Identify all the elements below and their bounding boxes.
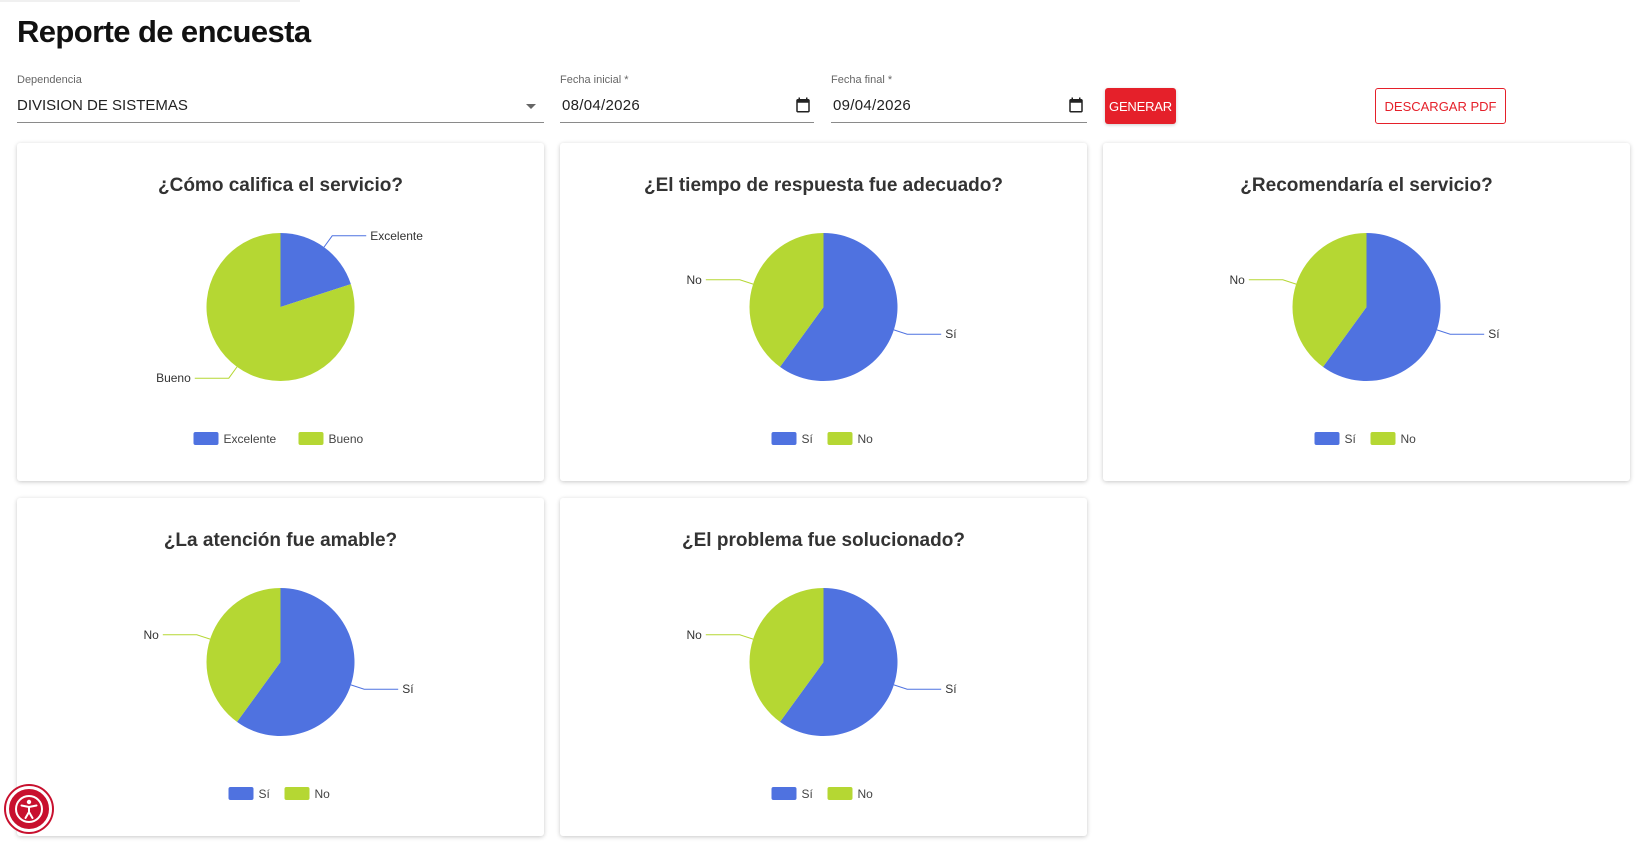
pie-label-si: Sí	[945, 682, 957, 696]
pie-chart: ¿La atención fue amable? Sí No Sí No	[143, 530, 414, 801]
chart-card-califica-servicio: ¿Cómo califica el servicio? Excelente Buen…	[17, 143, 544, 481]
fecha-final-label: Fecha final *	[831, 74, 893, 86]
pie-leader-line	[893, 684, 942, 690]
pie-label-no: No	[143, 628, 159, 642]
chart-title: ¿La atención fue amable?	[164, 530, 397, 551]
pie-label-no: No	[686, 273, 702, 287]
dependencia-label: Dependencia	[17, 74, 82, 86]
legend-label-excelente: Excelente	[224, 432, 277, 446]
pie-leader-line	[705, 634, 754, 640]
chart-title: ¿El tiempo de respuesta fue adecuado?	[644, 175, 1003, 196]
pie-chart: ¿El tiempo de respuesta fue adecuado? Sí N…	[644, 175, 1003, 446]
legend-label-si: Sí	[802, 787, 814, 801]
pie-leader-line	[350, 684, 399, 690]
legend-label-no: No	[858, 787, 874, 801]
chart-card-problema-solucionado: ¿El problema fue solucionado? Sí No Sí No	[560, 498, 1087, 836]
pie-label-si: Sí	[402, 682, 414, 696]
top-divider	[0, 0, 300, 2]
dependencia-value: DIVISION DE SISTEMAS	[17, 97, 188, 114]
pie-leader-line	[1436, 329, 1485, 335]
legend-swatch-no	[284, 787, 310, 800]
chart-title: ¿Recomendaría el servicio?	[1240, 175, 1492, 196]
legend-swatch-bueno	[298, 432, 324, 445]
page-title: Reporte de encuesta	[17, 14, 311, 49]
pie-label-si: Sí	[1488, 327, 1500, 341]
pie-chart: ¿El problema fue solucionado? Sí No Sí No	[682, 530, 965, 801]
legend-swatch-si	[228, 787, 254, 800]
accessibility-button[interactable]	[6, 786, 52, 832]
legend-swatch-si	[771, 787, 797, 800]
legend-swatch-si	[771, 432, 797, 445]
pie-label-bueno: Bueno	[156, 371, 191, 385]
pie-leader-line	[893, 329, 942, 335]
fecha-inicial-input[interactable]: Fecha inicial * 08/04/2026	[560, 72, 814, 123]
accessibility-icon	[15, 795, 43, 823]
chevron-down-icon[interactable]	[526, 104, 536, 109]
chart-title: ¿Cómo califica el servicio?	[158, 175, 403, 196]
legend-swatch-excelente	[193, 432, 219, 445]
legend-swatch-si	[1314, 432, 1340, 445]
legend-label-no: No	[858, 432, 874, 446]
pie-label-no: No	[686, 628, 702, 642]
legend-label-no: No	[315, 787, 331, 801]
pie-chart: ¿Recomendaría el servicio? Sí No Sí No	[1229, 175, 1500, 446]
fecha-final-value: 09/04/2026	[833, 97, 912, 114]
calendar-icon[interactable]	[794, 96, 812, 114]
chart-card-recomendaria: ¿Recomendaría el servicio? Sí No Sí No	[1103, 143, 1630, 481]
pie-chart: ¿Cómo califica el servicio? Excelente Buen…	[156, 175, 423, 446]
pie-leader-line	[705, 279, 754, 285]
fecha-inicial-label: Fecha inicial *	[560, 74, 629, 86]
legend-swatch-no	[827, 432, 853, 445]
legend-label-si: Sí	[1345, 432, 1357, 446]
legend-swatch-no	[827, 787, 853, 800]
chart-card-atencion-amable: ¿La atención fue amable? Sí No Sí No	[17, 498, 544, 836]
chart-card-tiempo-respuesta: ¿El tiempo de respuesta fue adecuado? Sí N…	[560, 143, 1087, 481]
legend-label-no: No	[1401, 432, 1417, 446]
pie-leader-line	[323, 235, 367, 248]
legend-label-bueno: Bueno	[329, 432, 364, 446]
pie-leader-line	[194, 366, 238, 379]
calendar-icon[interactable]	[1067, 96, 1085, 114]
legend-swatch-no	[1370, 432, 1396, 445]
pie-label-si: Sí	[945, 327, 957, 341]
fecha-inicial-value: 08/04/2026	[562, 97, 641, 114]
legend-label-si: Sí	[802, 432, 814, 446]
chart-title: ¿El problema fue solucionado?	[682, 530, 965, 551]
pie-label-no: No	[1229, 273, 1245, 287]
pie-label-excelente: Excelente	[370, 229, 423, 243]
generar-button[interactable]: GENERAR	[1105, 88, 1176, 124]
descargar-pdf-button[interactable]: DESCARGAR PDF	[1375, 88, 1506, 124]
legend-label-si: Sí	[259, 787, 271, 801]
fecha-final-input[interactable]: Fecha final * 09/04/2026	[831, 72, 1087, 123]
pie-leader-line	[162, 634, 211, 640]
dependencia-select[interactable]: Dependencia DIVISION DE SISTEMAS	[17, 72, 544, 123]
pie-leader-line	[1248, 279, 1297, 285]
